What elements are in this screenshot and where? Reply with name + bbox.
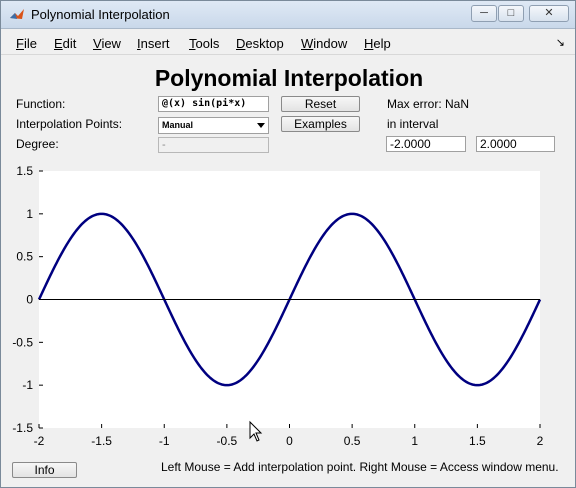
x-tick-label: 2 xyxy=(537,434,544,448)
y-tick-label: -1 xyxy=(22,378,33,392)
status-text: Left Mouse = Add interpolation point. Ri… xyxy=(161,460,559,474)
x-tick-label: -1 xyxy=(159,434,170,448)
x-tick-label: -1.5 xyxy=(91,434,112,448)
y-tick-label: 1.5 xyxy=(16,164,33,178)
x-tick-label: 0 xyxy=(286,434,293,448)
y-tick-label: 0 xyxy=(26,293,33,307)
x-tick-label: -0.5 xyxy=(217,434,238,448)
x-tick-label: 1 xyxy=(411,434,418,448)
x-tick-label: 1.5 xyxy=(469,434,486,448)
y-tick-label: -0.5 xyxy=(12,335,33,349)
app-window: Polynomial Interpolation ─ □ ✕ File Edit… xyxy=(0,0,576,488)
y-tick-label: -1.5 xyxy=(12,421,33,435)
y-tick-label: 1 xyxy=(26,207,33,221)
x-tick-label: 0.5 xyxy=(344,434,361,448)
info-button[interactable]: Info xyxy=(12,462,77,478)
x-tick-label: -2 xyxy=(34,434,45,448)
plot-axes[interactable]: 1.510.50-0.5-1-1.5 -2 -1.5 -1 -0.5 0 0.5 1 1.5 2 xyxy=(1,1,575,461)
y-tick-label: 0.5 xyxy=(16,250,33,264)
